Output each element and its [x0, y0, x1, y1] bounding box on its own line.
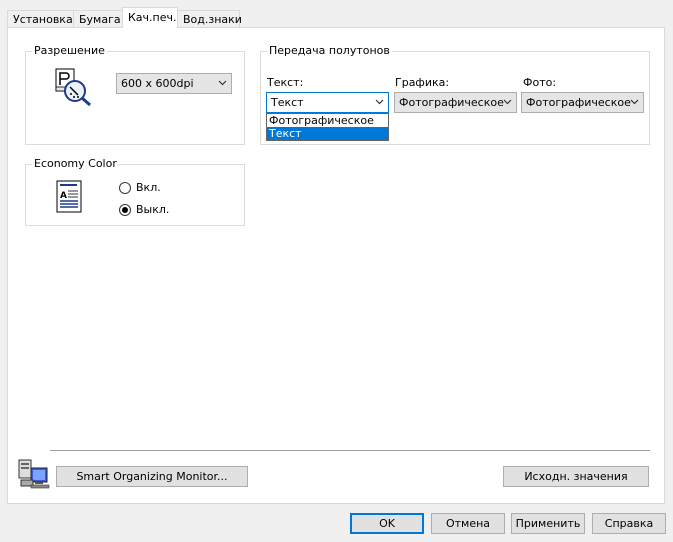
- button-label: Применить: [515, 517, 581, 530]
- dropdown-option-selected[interactable]: Текст: [267, 127, 388, 140]
- apply-button[interactable]: Применить: [511, 513, 585, 534]
- halftone-title: Передача полутонов: [267, 44, 392, 57]
- chevron-down-icon: [218, 80, 227, 86]
- button-label: Отмена: [445, 517, 491, 530]
- tab-label: Вод.знаки: [183, 13, 242, 26]
- economy-on-radio[interactable]: [119, 182, 131, 194]
- graphics-halftone-select[interactable]: Фотографическое: [394, 92, 517, 113]
- graphics-halftone-value: Фотографическое: [399, 96, 504, 109]
- economy-color-group: Economy Color A Вкл. Выкл.: [25, 157, 245, 226]
- separator-line: [50, 450, 650, 451]
- economy-off-radio[interactable]: [119, 204, 131, 216]
- resolution-select[interactable]: 600 x 600dpi: [116, 73, 232, 94]
- resolution-group: Разрешение 600 x 600dpi: [25, 44, 245, 145]
- svg-text:A: A: [60, 191, 67, 201]
- economy-off-label: Выкл.: [136, 203, 170, 216]
- economy-color-title: Economy Color: [32, 157, 119, 170]
- cancel-button[interactable]: Отмена: [431, 513, 505, 534]
- tab-label: Кач.печ.: [128, 11, 177, 24]
- tab-paper[interactable]: Бумага: [73, 10, 123, 27]
- help-button[interactable]: Справка: [592, 513, 666, 534]
- printer-magnifier-icon: [54, 67, 96, 107]
- document-icon: A: [56, 180, 84, 214]
- ok-button[interactable]: OK: [350, 513, 424, 534]
- resolution-value: 600 x 600dpi: [121, 77, 194, 90]
- chevron-down-icon: [630, 99, 639, 105]
- button-label: Исходн. значения: [524, 470, 628, 483]
- text-halftone-dropdown: Фотографическое Текст: [266, 113, 389, 141]
- dropdown-option[interactable]: Фотографическое: [267, 114, 388, 127]
- economy-on-label: Вкл.: [136, 181, 161, 194]
- photo-label: Фото:: [523, 76, 557, 89]
- photo-halftone-value: Фотографическое: [526, 96, 631, 109]
- chevron-down-icon: [503, 99, 512, 105]
- smart-organizing-monitor-button[interactable]: Smart Organizing Monitor...: [56, 466, 248, 487]
- tab-label: Установка: [13, 13, 73, 26]
- button-label: Справка: [604, 517, 654, 530]
- text-halftone-select[interactable]: Текст: [266, 92, 389, 113]
- graphics-label: Графика:: [395, 76, 450, 89]
- photo-halftone-select[interactable]: Фотографическое: [521, 92, 644, 113]
- tab-print-quality[interactable]: Кач.печ.: [122, 7, 178, 28]
- tab-watermarks[interactable]: Вод.знаки: [177, 10, 242, 27]
- button-label: Smart Organizing Monitor...: [76, 470, 228, 483]
- tab-label: Бумага: [79, 13, 121, 26]
- resolution-title: Разрешение: [32, 44, 107, 57]
- computer-printer-icon: [17, 458, 51, 490]
- restore-defaults-button[interactable]: Исходн. значения: [503, 466, 649, 487]
- button-label: OK: [379, 517, 395, 530]
- text-label: Текст:: [267, 76, 304, 89]
- chevron-down-icon: [375, 99, 384, 105]
- halftone-group: Передача полутонов Текст: Графика: Фото:…: [260, 44, 650, 145]
- tab-panel: Разрешение 600 x 600dpi Передача полутон…: [7, 27, 665, 504]
- text-halftone-value: Текст: [271, 96, 304, 109]
- tab-setup[interactable]: Установка: [7, 10, 74, 27]
